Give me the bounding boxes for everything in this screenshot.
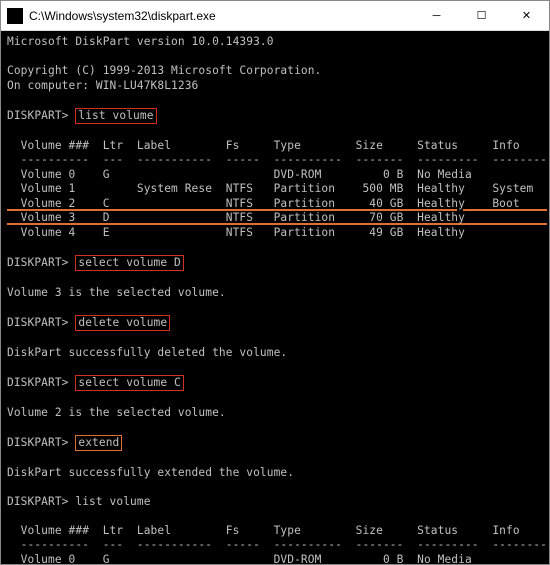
cmd-list-volume: list volume — [75, 108, 156, 125]
minimize-button[interactable]: ─ — [414, 1, 459, 30]
window-title: C:\Windows\system32\diskpart.exe — [29, 9, 414, 23]
cmd-delete-volume: delete volume — [75, 315, 170, 332]
app-icon — [7, 8, 23, 24]
maximize-button[interactable]: ☐ — [459, 1, 504, 30]
cmd-extend: extend — [75, 435, 122, 452]
window-controls: ─ ☐ ✕ — [414, 1, 549, 30]
app-window: C:\Windows\system32\diskpart.exe ─ ☐ ✕ M… — [0, 0, 550, 565]
cmd-select-volume-c: select volume C — [75, 375, 184, 392]
titlebar[interactable]: C:\Windows\system32\diskpart.exe ─ ☐ ✕ — [1, 1, 549, 31]
cmd-select-volume-d: select volume D — [75, 255, 184, 272]
terminal-output[interactable]: Microsoft DiskPart version 10.0.14393.0 … — [1, 31, 549, 564]
close-button[interactable]: ✕ — [504, 1, 549, 30]
